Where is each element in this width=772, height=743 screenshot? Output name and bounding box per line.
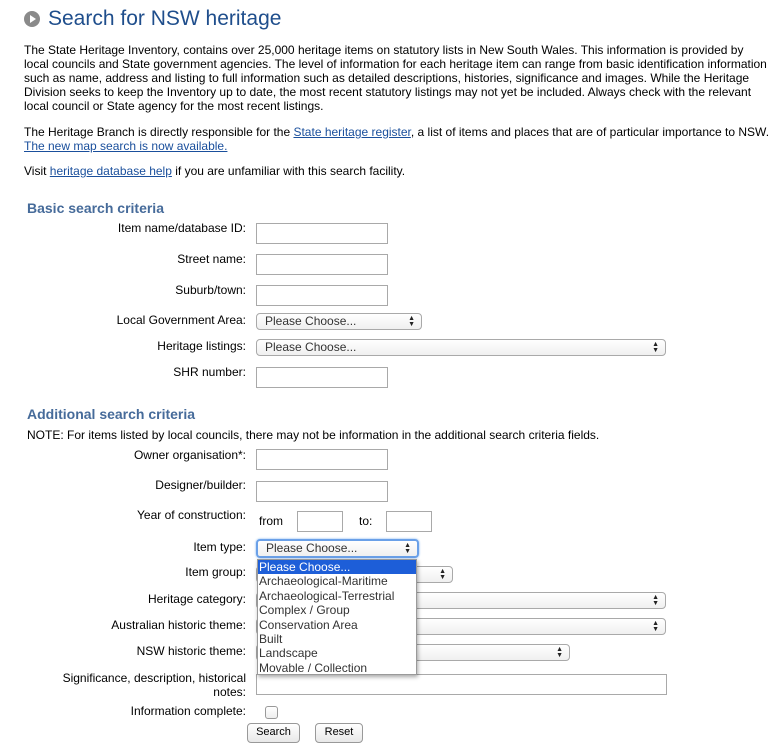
select-arrows-icon: ▲ ▼: [652, 619, 659, 633]
significance-label-line1: Significance, description, historical: [62, 671, 246, 685]
item-type-label: Item type:: [193, 540, 246, 554]
visit-text-pre: Visit: [24, 164, 50, 178]
item-name-input[interactable]: [256, 223, 388, 244]
owner-organisation-label: Owner organisation*:: [133, 448, 246, 462]
additional-criteria-title: Additional search criteria: [27, 406, 196, 422]
heritage-category-label: Heritage category:: [147, 592, 246, 606]
australian-theme-label: Australian historic theme:: [111, 618, 246, 632]
item-type-select[interactable]: Please Choose... ▲ ▼: [256, 539, 419, 558]
lga-select-value: Please Choose...: [265, 314, 357, 328]
year-construction-label: Year of construction:: [137, 508, 246, 522]
item-type-option[interactable]: Please Choose...: [258, 560, 416, 575]
intro-paragraph: The State Heritage Inventory, contains o…: [24, 43, 767, 113]
owner-organisation-input[interactable]: [256, 449, 388, 470]
select-arrows-icon: ▲ ▼: [404, 541, 411, 555]
map-search-link[interactable]: The new map search is now available.: [24, 139, 227, 153]
item-type-option[interactable]: Archaeological-Maritime: [258, 574, 416, 588]
select-arrows-icon: ▲ ▼: [652, 593, 659, 607]
reset-button[interactable]: Reset: [315, 723, 363, 743]
item-type-option[interactable]: Movable / Collection: [258, 661, 416, 675]
item-type-option[interactable]: Archaeological-Terrestrial: [258, 589, 416, 603]
suburb-input[interactable]: [256, 285, 388, 306]
item-type-option[interactable]: Landscape: [258, 646, 416, 660]
year-to-input[interactable]: [386, 511, 432, 532]
item-type-option[interactable]: Built: [258, 632, 416, 646]
database-help-link[interactable]: heritage database help: [50, 164, 172, 178]
select-arrows-icon: ▲ ▼: [439, 567, 446, 581]
nsw-theme-label: NSW historic theme:: [136, 644, 246, 658]
shr-number-input[interactable]: [256, 367, 388, 388]
significance-label-line2: notes:: [213, 685, 246, 699]
heritage-listings-select[interactable]: Please Choose... ▲ ▼: [256, 339, 666, 356]
search-button[interactable]: Search: [247, 723, 300, 743]
play-circle-icon: [24, 11, 40, 27]
select-arrows-icon: ▲ ▼: [556, 645, 563, 659]
item-type-option[interactable]: Complex / Group: [258, 603, 416, 617]
designer-builder-input[interactable]: [256, 481, 388, 502]
page-title: Search for NSW heritage: [48, 7, 282, 30]
additional-criteria-note: NOTE: For items listed by local councils…: [27, 428, 600, 442]
information-complete-label: Information complete:: [130, 704, 246, 718]
shr-number-label: SHR number:: [173, 365, 246, 379]
register-text-pre: The Heritage Branch is directly responsi…: [24, 125, 294, 139]
street-name-label: Street name:: [177, 252, 246, 266]
heritage-listings-value: Please Choose...: [265, 340, 357, 354]
year-to-label: to:: [359, 514, 373, 528]
significance-label: Significance, description, historical no…: [63, 671, 246, 699]
street-name-input[interactable]: [256, 254, 388, 275]
item-type-value: Please Choose...: [266, 541, 358, 555]
year-from-input[interactable]: [297, 511, 343, 532]
item-type-dropdown-list[interactable]: Please Choose... Archaeological-Maritime…: [257, 559, 417, 675]
item-type-option[interactable]: Conservation Area: [258, 618, 416, 632]
suburb-label: Suburb/town:: [175, 283, 246, 297]
register-text-post: , a list of items and places that are of…: [410, 125, 770, 139]
visit-text-post: if you are unfamiliar with this search f…: [171, 164, 406, 178]
help-paragraph: Visit heritage database help if you are …: [24, 164, 770, 178]
information-complete-checkbox[interactable]: [265, 706, 278, 719]
select-arrows-icon: ▲ ▼: [652, 340, 659, 354]
lga-label: Local Government Area:: [116, 313, 246, 327]
heritage-listings-label: Heritage listings:: [157, 339, 246, 353]
year-from-label: from: [259, 514, 283, 528]
register-paragraph: The Heritage Branch is directly responsi…: [24, 125, 770, 153]
page-header: Search for NSW heritage: [24, 6, 281, 32]
designer-builder-label: Designer/builder:: [155, 478, 246, 492]
basic-criteria-title: Basic search criteria: [27, 200, 164, 216]
significance-input[interactable]: [256, 674, 667, 695]
lga-select[interactable]: Please Choose... ▲ ▼: [256, 313, 422, 330]
select-arrows-icon: ▲ ▼: [408, 314, 415, 328]
state-heritage-register-link[interactable]: State heritage register: [293, 125, 410, 139]
item-group-label: Item group:: [185, 565, 246, 579]
item-name-label: Item name/database ID:: [117, 221, 246, 235]
